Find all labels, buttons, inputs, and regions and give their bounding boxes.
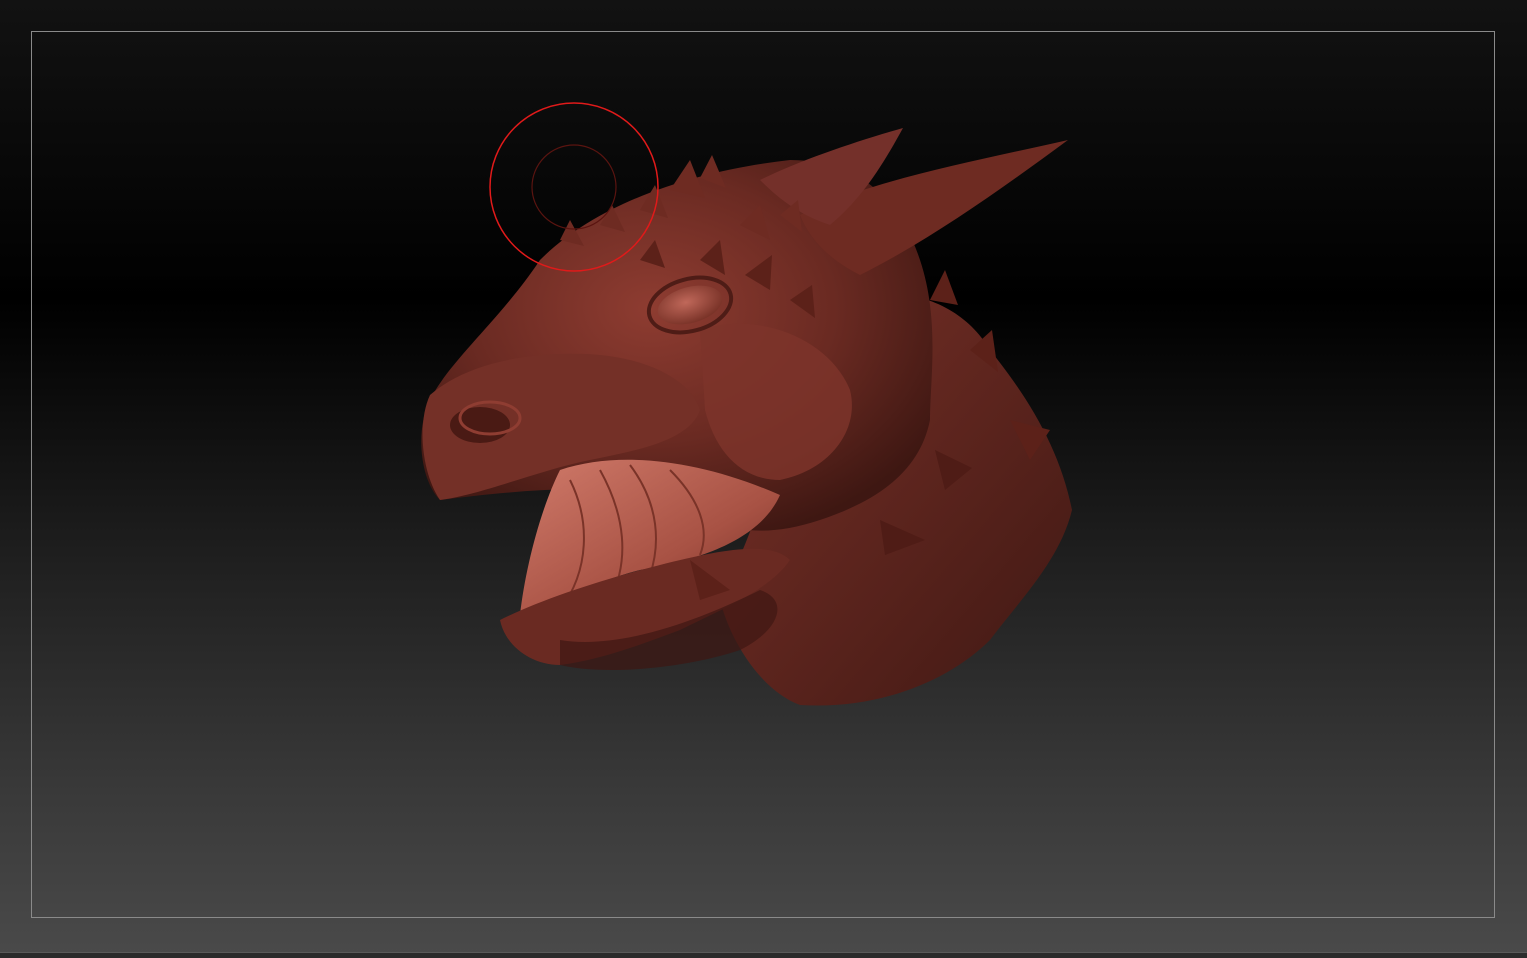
sculpt-viewport[interactable] [0,0,1527,958]
dragon-model[interactable] [0,0,1527,957]
neck-spike [930,270,958,305]
brush-inner-ring [531,144,617,230]
nostril [450,407,510,443]
status-strip [0,952,1527,958]
